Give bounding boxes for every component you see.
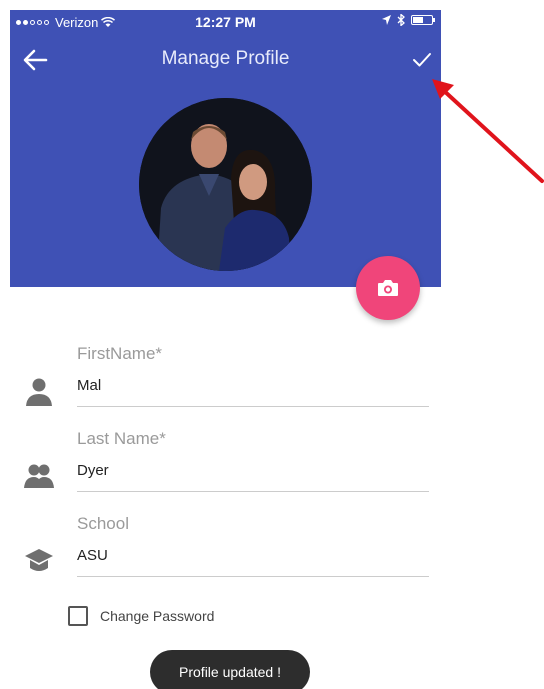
annotation-arrow-icon <box>432 79 544 183</box>
change-password-label: Change Password <box>100 608 215 624</box>
school-input[interactable] <box>77 547 429 564</box>
status-right <box>382 14 435 26</box>
change-password-checkbox[interactable] <box>68 606 88 626</box>
avatar[interactable] <box>139 98 312 271</box>
bluetooth-icon <box>397 14 405 26</box>
change-password-row: Change Password <box>68 606 214 626</box>
school-underline <box>77 576 429 577</box>
app-screen: Verizon 12:27 PM Manage Profile FirstNam… <box>10 10 441 689</box>
last-name-input[interactable] <box>77 462 429 479</box>
first-name-underline <box>77 406 429 407</box>
check-icon[interactable] <box>411 50 433 70</box>
location-arrow-icon <box>382 15 391 25</box>
first-name-label: FirstName* <box>77 344 163 363</box>
battery-level <box>413 17 423 23</box>
person-icon <box>26 378 52 406</box>
graduation-cap-icon <box>25 549 53 571</box>
school-group: School <box>10 510 441 590</box>
profile-header: Verizon 12:27 PM Manage Profile <box>10 10 441 287</box>
last-name-group: Last Name* <box>10 425 441 505</box>
first-name-group: FirstName* <box>10 340 441 420</box>
status-bar: Verizon 12:27 PM <box>10 10 441 34</box>
last-name-underline <box>77 491 429 492</box>
profile-photo <box>139 98 312 271</box>
change-photo-button[interactable] <box>356 256 420 320</box>
toolbar: Manage Profile <box>10 38 441 82</box>
battery-icon <box>411 15 435 25</box>
people-icon <box>24 464 54 488</box>
school-label: School <box>77 514 129 533</box>
camera-icon <box>378 280 398 296</box>
first-name-input[interactable] <box>77 377 429 394</box>
page-title: Manage Profile <box>161 48 290 69</box>
status-time: 12:27 PM <box>195 14 256 30</box>
toast-message: Profile updated ! <box>150 650 310 689</box>
last-name-label: Last Name* <box>77 429 166 448</box>
